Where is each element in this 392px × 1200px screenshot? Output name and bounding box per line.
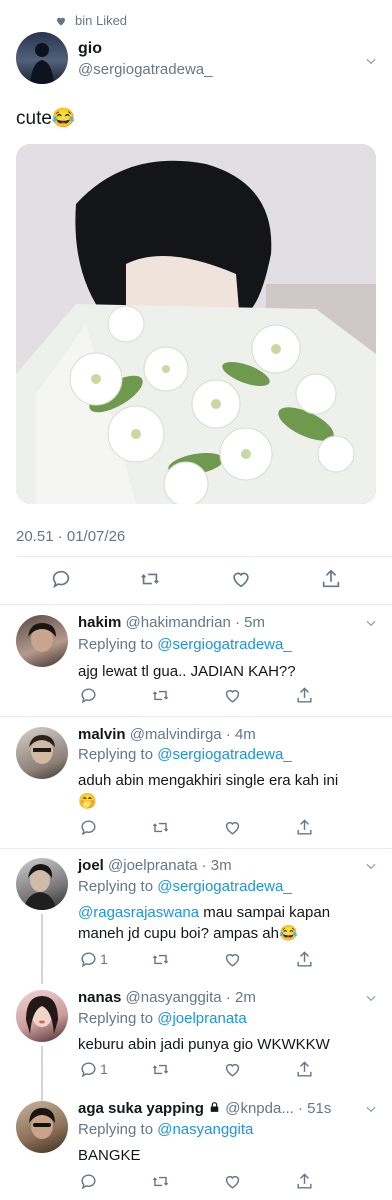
divider [16,556,392,557]
replying-label: Replying to [78,878,154,895]
replying-to: Replying to @sergiogatradewa_ [78,878,292,895]
lock-icon [210,1102,219,1112]
mention-link[interactable]: @ragasrajaswana [78,904,199,921]
reply-text: BANGKE [78,1147,141,1164]
reply-text: @ragasrajaswana mau sampai kapan maneh j… [78,902,378,944]
avatar[interactable] [16,990,68,1042]
share-icon[interactable] [295,950,314,969]
reply-author-name[interactable]: aga suka yapping [78,1100,204,1117]
emoji: 🤭 [78,793,97,810]
reply-icon[interactable] [79,1172,98,1191]
main-actions [0,568,392,592]
replying-to: Replying to @sergiogatradewa_ [78,636,292,653]
reply-author-name[interactable]: nanas [78,989,121,1006]
author-name[interactable]: gio [78,40,102,58]
reply-header: hakim @hakimandrian · 5m [78,614,265,631]
reply-count: 1 [100,1061,108,1077]
share-icon[interactable] [295,686,314,705]
reply-author-handle[interactable]: @joelpranata · 3m [108,857,232,874]
reply-icon[interactable] [50,568,72,590]
replying-label: Replying to [78,1121,154,1138]
reply-text-line: aduh abin mengakhiri single era kah ini [78,772,339,789]
reply-text: aduh abin mengakhiri single era kah ini … [78,770,378,812]
reply-author-handle[interactable]: @hakimandrian · 5m [126,614,265,631]
tweet-image[interactable] [16,144,376,504]
retweet-icon[interactable] [150,686,171,705]
share-icon[interactable] [295,818,314,837]
chevron-down-icon[interactable] [364,616,378,630]
like-icon[interactable] [223,1060,242,1079]
chevron-down-icon[interactable] [364,859,378,873]
reply-icon[interactable] [79,950,98,969]
avatar[interactable] [16,1101,68,1153]
chevron-down-icon[interactable] [364,54,378,68]
reply-actions [0,818,392,840]
reply-text-line: mau sampai kapan [199,904,331,921]
replying-label: Replying to [78,636,154,653]
divider [0,604,392,605]
tweet-text: cute😂 [16,108,76,129]
retweet-icon[interactable] [150,1060,171,1079]
replying-to: Replying to @joelpranata [78,1010,247,1027]
replying-to: Replying to @nasyanggita [78,1121,253,1138]
reply-icon[interactable] [79,1060,98,1079]
author-handle[interactable]: @sergiogatradewa_ [78,61,212,78]
thread-line [41,914,43,984]
replying-to-link[interactable]: @sergiogatradewa_ [157,746,291,763]
reply-text-line: maneh jd cupu boi? ampas ah😂 [78,925,298,942]
like-icon[interactable] [223,686,242,705]
retweet-icon[interactable] [138,568,162,590]
reply-author-handle[interactable]: @nasyanggita · 2m [126,989,256,1006]
reply-actions: 1 [0,950,392,972]
tweet-timestamp: 20.51 · 01/07/26 [16,528,126,545]
liked-banner-text: bin Liked [75,13,128,28]
retweet-icon[interactable] [150,818,171,837]
avatar[interactable] [16,727,68,779]
replying-label: Replying to [78,746,154,763]
share-icon[interactable] [295,1172,314,1191]
retweet-icon[interactable] [150,950,171,969]
replying-to-link[interactable]: @joelpranata [157,1010,246,1027]
reply-header: joel @joelpranata · 3m [78,857,232,874]
replying-to-link[interactable]: @sergiogatradewa_ [157,636,291,653]
avatar[interactable] [16,32,68,84]
like-icon[interactable] [223,1172,242,1191]
reply-count: 1 [100,951,108,967]
reply-icon[interactable] [79,686,98,705]
liked-banner: bin Liked [55,13,127,28]
chevron-down-icon[interactable] [364,1102,378,1116]
chevron-down-icon[interactable] [364,991,378,1005]
replying-to-link[interactable]: @sergiogatradewa_ [157,878,291,895]
reply-actions: 1 [0,1060,392,1082]
replying-to: Replying to @sergiogatradewa_ [78,746,292,763]
avatar[interactable] [16,858,68,910]
heart-icon [57,17,65,25]
reply-header: malvin @malvindirga · 4m [78,726,256,743]
reply-author-handle[interactable]: @malvindirga · 4m [130,726,256,743]
reply-author-name[interactable]: joel [78,857,104,874]
share-icon[interactable] [295,1060,314,1079]
replying-label: Replying to [78,1010,154,1027]
reply-author-handle[interactable]: @knpda... · 51s [225,1100,331,1117]
like-icon[interactable] [223,818,242,837]
divider [0,716,392,717]
reply-actions [0,686,392,708]
retweet-icon[interactable] [150,1172,171,1191]
reply-header: aga suka yapping @knpda... · 51s [78,1100,331,1117]
like-icon[interactable] [223,950,242,969]
reply-icon[interactable] [79,818,98,837]
replying-to-link[interactable]: @nasyanggita [157,1121,253,1138]
reply-actions [0,1172,392,1194]
reply-text: keburu abin jadi punya gio WKWKKW [78,1036,330,1053]
divider [0,848,392,849]
reply-author-name[interactable]: malvin [78,726,126,743]
like-icon[interactable] [230,568,252,590]
share-icon[interactable] [320,568,342,590]
reply-author-name[interactable]: hakim [78,614,121,631]
reply-text: ajg lewat tl gua.. JADIAN KAH?? [78,663,296,680]
reply-header: nanas @nasyanggita · 2m [78,989,256,1006]
avatar[interactable] [16,615,68,667]
